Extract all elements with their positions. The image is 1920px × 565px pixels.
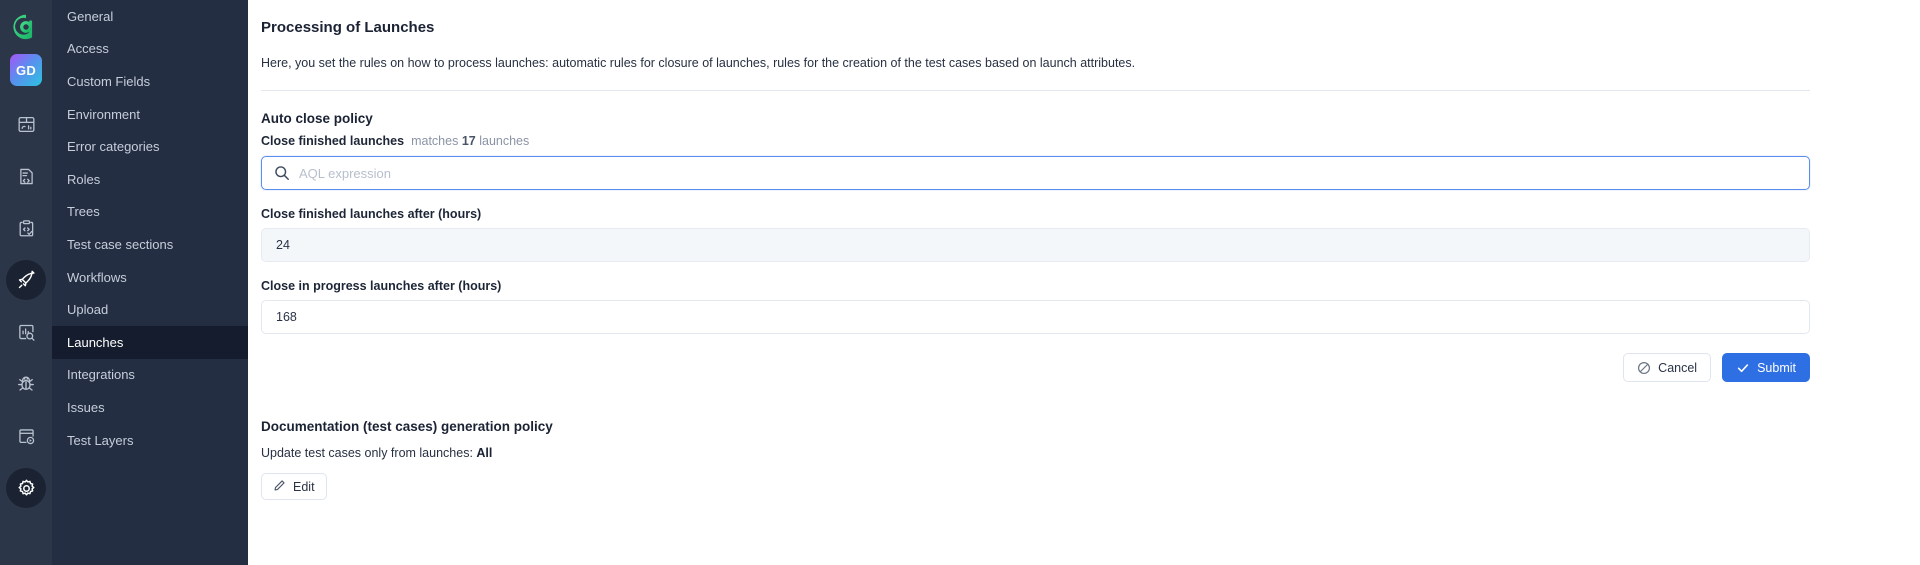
sidebar-item-label: Environment (67, 106, 140, 122)
sidebar-item-workflows[interactable]: Workflows (52, 261, 248, 294)
cancel-button[interactable]: Cancel (1623, 353, 1712, 382)
app-root: GD General Access Custom Fields Environm… (0, 0, 1920, 565)
edit-button[interactable]: Edit (261, 473, 327, 500)
check-icon (1736, 361, 1750, 375)
form-actions: Cancel Submit (261, 353, 1810, 382)
close-in-progress-after-input[interactable]: 168 (261, 300, 1810, 334)
documentation-policy-title: Documentation (test cases) generation po… (261, 419, 553, 434)
documentation-line-prefix: Update test cases only from launches: (261, 446, 473, 460)
settings-sidebar: General Access Custom Fields Environment… (52, 0, 248, 565)
sidebar-item-label: General (67, 8, 114, 24)
sidebar-item-label: Trees (67, 204, 100, 220)
documentation-line-value: All (476, 446, 493, 460)
pencil-icon (273, 479, 286, 495)
submit-button-label: Submit (1757, 360, 1796, 375)
avatar[interactable]: GD (10, 54, 42, 86)
submit-button[interactable]: Submit (1722, 353, 1810, 382)
logo-icon[interactable] (9, 10, 43, 44)
sidebar-item-roles[interactable]: Roles (52, 163, 248, 196)
clipboard-code-icon[interactable] (6, 208, 46, 248)
sidebar-item-environment[interactable]: Environment (52, 98, 248, 131)
sidebar-item-label: Workflows (67, 269, 127, 285)
main-content: Processing of Launches Here, you set the… (248, 0, 1920, 565)
sidebar-item-label: Custom Fields (67, 73, 151, 89)
sidebar-item-access[interactable]: Access (52, 33, 248, 66)
aql-search-input[interactable] (299, 165, 1797, 181)
page-description: Here, you set the rules on how to proces… (261, 56, 1136, 70)
sidebar-item-label: Roles (67, 171, 101, 187)
matches-prefix: matches (411, 134, 459, 148)
sidebar-item-label: Test Layers (67, 432, 134, 448)
analytics-search-icon[interactable] (6, 312, 46, 352)
documentation-policy-line: Update test cases only from launches: Al… (261, 446, 1810, 460)
divider (261, 90, 1810, 91)
icon-rail: GD (0, 0, 52, 565)
defects-bug-icon[interactable] (6, 364, 46, 404)
sidebar-item-label: Test case sections (67, 236, 174, 252)
sidebar-item-label: Integrations (67, 367, 135, 383)
sidebar-item-upload[interactable]: Upload (52, 293, 248, 326)
content-inner: Processing of Launches Here, you set the… (248, 19, 1920, 500)
matches-hint: matches 17 launches (411, 134, 529, 148)
sidebar-item-issues[interactable]: Issues (52, 391, 248, 424)
close-finished-after-label: Close finished launches after (hours) (261, 207, 482, 221)
edit-button-label: Edit (293, 479, 315, 494)
close-finished-launches-label-row: Close finished launches matches 17 launc… (261, 134, 1810, 148)
sidebar-item-label: Issues (67, 399, 105, 415)
dashboards-icon[interactable] (6, 104, 46, 144)
settings-gear-icon[interactable] (6, 468, 46, 508)
matches-count: 17 (461, 134, 476, 148)
matches-suffix: launches (479, 134, 530, 148)
close-finished-after-input[interactable]: 24 (261, 228, 1810, 262)
sidebar-item-launches[interactable]: Launches (52, 325, 248, 359)
sidebar-item-test-case-sections[interactable]: Test case sections (52, 228, 248, 261)
cancel-circle-slash-icon (1637, 361, 1651, 375)
close-in-progress-after-label: Close in progress launches after (hours) (261, 279, 502, 293)
sidebar-item-label: Launches (67, 334, 124, 350)
test-cases-code-icon[interactable] (6, 156, 46, 196)
sidebar-item-label: Error categories (67, 139, 160, 155)
sidebar-item-label: Upload (67, 302, 109, 318)
sidebar-item-custom-fields[interactable]: Custom Fields (52, 65, 248, 98)
sidebar-item-integrations[interactable]: Integrations (52, 359, 248, 392)
close-finished-launches-label: Close finished launches (261, 134, 405, 148)
sidebar-item-general[interactable]: General (52, 0, 248, 33)
launches-rocket-icon[interactable] (6, 260, 46, 300)
sidebar-item-label: Access (67, 41, 109, 57)
page-title: Processing of Launches (261, 19, 435, 36)
sidebar-item-error-categories[interactable]: Error categories (52, 130, 248, 163)
aql-search-box[interactable] (261, 156, 1810, 190)
sidebar-item-test-layers[interactable]: Test Layers (52, 424, 248, 457)
jobs-run-icon[interactable] (6, 416, 46, 456)
sidebar-item-trees[interactable]: Trees (52, 196, 248, 229)
auto-close-policy-title: Auto close policy (261, 111, 373, 126)
search-icon (274, 165, 290, 181)
cancel-button-label: Cancel (1658, 360, 1698, 375)
